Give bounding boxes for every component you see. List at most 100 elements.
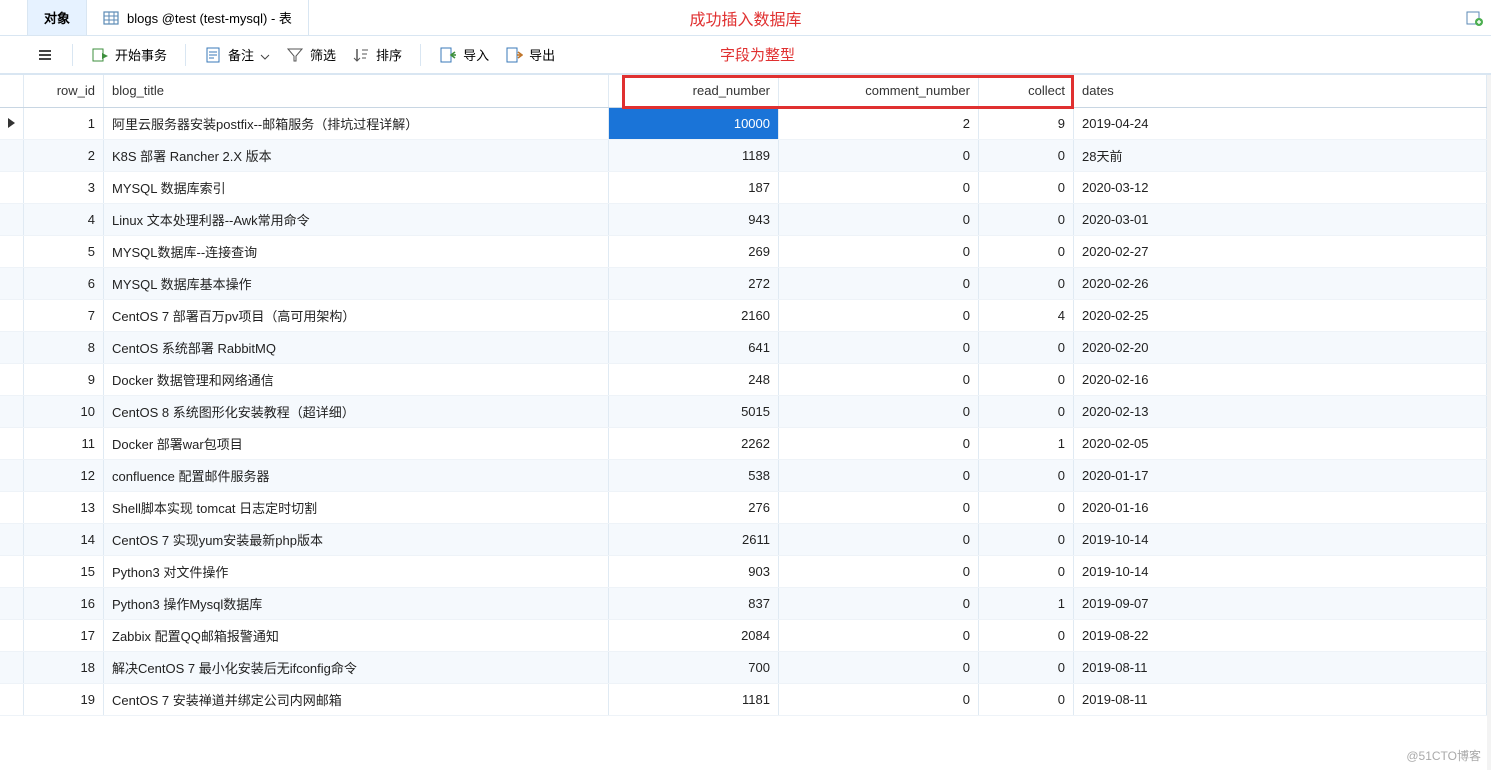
cell-row-id[interactable]: 7 bbox=[24, 299, 104, 331]
cell-blog-title[interactable]: CentOS 8 系统图形化安装教程（超详细） bbox=[104, 395, 609, 427]
cell-dates[interactable]: 2019-09-07 bbox=[1074, 587, 1487, 619]
cell-blog-title[interactable]: MYSQL 数据库索引 bbox=[104, 171, 609, 203]
cell-read-number[interactable]: 700 bbox=[609, 651, 779, 683]
cell-blog-title[interactable]: Python3 对文件操作 bbox=[104, 555, 609, 587]
cell-comment-number[interactable]: 0 bbox=[779, 683, 979, 715]
cell-dates[interactable]: 2019-08-11 bbox=[1074, 683, 1487, 715]
cell-row-id[interactable]: 11 bbox=[24, 427, 104, 459]
table-row[interactable]: 5MYSQL数据库--连接查询269002020-02-27 bbox=[0, 235, 1487, 267]
cell-collect[interactable]: 4 bbox=[979, 299, 1074, 331]
cell-read-number[interactable]: 272 bbox=[609, 267, 779, 299]
cell-collect[interactable]: 0 bbox=[979, 395, 1074, 427]
cell-row-id[interactable]: 12 bbox=[24, 459, 104, 491]
col-comment-number[interactable]: comment_number bbox=[779, 75, 979, 107]
cell-blog-title[interactable]: Shell脚本实现 tomcat 日志定时切割 bbox=[104, 491, 609, 523]
cell-blog-title[interactable]: Zabbix 配置QQ邮箱报警通知 bbox=[104, 619, 609, 651]
cell-row-id[interactable]: 16 bbox=[24, 587, 104, 619]
cell-read-number[interactable]: 2160 bbox=[609, 299, 779, 331]
cell-collect[interactable]: 0 bbox=[979, 651, 1074, 683]
cell-row-id[interactable]: 13 bbox=[24, 491, 104, 523]
cell-dates[interactable]: 2019-08-22 bbox=[1074, 619, 1487, 651]
cell-comment-number[interactable]: 0 bbox=[779, 171, 979, 203]
cell-comment-number[interactable]: 0 bbox=[779, 651, 979, 683]
cell-collect[interactable]: 0 bbox=[979, 619, 1074, 651]
cell-comment-number[interactable]: 0 bbox=[779, 395, 979, 427]
data-grid-scroll[interactable]: row_id blog_title read_number comment_nu… bbox=[0, 75, 1487, 770]
cell-comment-number[interactable]: 0 bbox=[779, 235, 979, 267]
cell-blog-title[interactable]: CentOS 7 安装禅道并绑定公司内网邮箱 bbox=[104, 683, 609, 715]
cell-comment-number[interactable]: 0 bbox=[779, 587, 979, 619]
cell-read-number[interactable]: 903 bbox=[609, 555, 779, 587]
cell-blog-title[interactable]: K8S 部署 Rancher 2.X 版本 bbox=[104, 139, 609, 171]
export-button[interactable]: 导出 bbox=[497, 41, 563, 68]
filter-button[interactable]: 筛选 bbox=[278, 41, 344, 68]
cell-read-number[interactable]: 10000 bbox=[609, 107, 779, 139]
cell-comment-number[interactable]: 0 bbox=[779, 427, 979, 459]
cell-dates[interactable]: 2020-03-12 bbox=[1074, 171, 1487, 203]
cell-blog-title[interactable]: confluence 配置邮件服务器 bbox=[104, 459, 609, 491]
cell-comment-number[interactable]: 0 bbox=[779, 267, 979, 299]
cell-collect[interactable]: 0 bbox=[979, 555, 1074, 587]
cell-read-number[interactable]: 641 bbox=[609, 331, 779, 363]
cell-dates[interactable]: 2019-10-14 bbox=[1074, 555, 1487, 587]
cell-dates[interactable]: 2020-02-25 bbox=[1074, 299, 1487, 331]
cell-collect[interactable]: 0 bbox=[979, 171, 1074, 203]
cell-collect[interactable]: 0 bbox=[979, 203, 1074, 235]
cell-blog-title[interactable]: 阿里云服务器安装postfix--邮箱服务（排坑过程详解） bbox=[104, 107, 609, 139]
cell-read-number[interactable]: 2611 bbox=[609, 523, 779, 555]
cell-comment-number[interactable]: 2 bbox=[779, 107, 979, 139]
cell-collect[interactable]: 0 bbox=[979, 523, 1074, 555]
col-row-id[interactable]: row_id bbox=[24, 75, 104, 107]
cell-dates[interactable]: 2020-02-26 bbox=[1074, 267, 1487, 299]
cell-dates[interactable]: 2019-08-11 bbox=[1074, 651, 1487, 683]
import-button[interactable]: 导入 bbox=[431, 41, 497, 68]
cell-blog-title[interactable]: MYSQL 数据库基本操作 bbox=[104, 267, 609, 299]
cell-read-number[interactable]: 1189 bbox=[609, 139, 779, 171]
col-blog-title[interactable]: blog_title bbox=[104, 75, 609, 107]
table-row[interactable]: 4Linux 文本处理利器--Awk常用命令943002020-03-01 bbox=[0, 203, 1487, 235]
cell-collect[interactable]: 1 bbox=[979, 427, 1074, 459]
cell-comment-number[interactable]: 0 bbox=[779, 331, 979, 363]
cell-dates[interactable]: 2020-02-16 bbox=[1074, 363, 1487, 395]
sort-button[interactable]: 排序 bbox=[344, 41, 410, 68]
vertical-scrollbar[interactable] bbox=[1487, 75, 1491, 770]
cell-read-number[interactable]: 2262 bbox=[609, 427, 779, 459]
cell-read-number[interactable]: 2084 bbox=[609, 619, 779, 651]
table-row[interactable]: 12confluence 配置邮件服务器538002020-01-17 bbox=[0, 459, 1487, 491]
cell-row-id[interactable]: 19 bbox=[24, 683, 104, 715]
cell-collect[interactable]: 0 bbox=[979, 491, 1074, 523]
col-collect[interactable]: collect bbox=[979, 75, 1074, 107]
cell-row-id[interactable]: 8 bbox=[24, 331, 104, 363]
cell-read-number[interactable]: 1181 bbox=[609, 683, 779, 715]
cell-dates[interactable]: 2020-02-20 bbox=[1074, 331, 1487, 363]
cell-collect[interactable]: 0 bbox=[979, 683, 1074, 715]
cell-blog-title[interactable]: Python3 操作Mysql数据库 bbox=[104, 587, 609, 619]
cell-dates[interactable]: 2020-02-13 bbox=[1074, 395, 1487, 427]
cell-row-id[interactable]: 2 bbox=[24, 139, 104, 171]
cell-read-number[interactable]: 269 bbox=[609, 235, 779, 267]
cell-comment-number[interactable]: 0 bbox=[779, 139, 979, 171]
table-row[interactable]: 10CentOS 8 系统图形化安装教程（超详细）5015002020-02-1… bbox=[0, 395, 1487, 427]
cell-collect[interactable]: 1 bbox=[979, 587, 1074, 619]
cell-collect[interactable]: 0 bbox=[979, 139, 1074, 171]
tab-objects[interactable]: 对象 bbox=[28, 0, 87, 35]
cell-read-number[interactable]: 248 bbox=[609, 363, 779, 395]
cell-dates[interactable]: 2020-03-01 bbox=[1074, 203, 1487, 235]
cell-read-number[interactable]: 5015 bbox=[609, 395, 779, 427]
table-row[interactable]: 2K8S 部署 Rancher 2.X 版本11890028天前 bbox=[0, 139, 1487, 171]
table-row[interactable]: 3MYSQL 数据库索引187002020-03-12 bbox=[0, 171, 1487, 203]
cell-dates[interactable]: 2019-04-24 bbox=[1074, 107, 1487, 139]
cell-row-id[interactable]: 17 bbox=[24, 619, 104, 651]
cell-row-id[interactable]: 3 bbox=[24, 171, 104, 203]
table-row[interactable]: 16Python3 操作Mysql数据库837012019-09-07 bbox=[0, 587, 1487, 619]
cell-blog-title[interactable]: Docker 部署war包项目 bbox=[104, 427, 609, 459]
cell-blog-title[interactable]: MYSQL数据库--连接查询 bbox=[104, 235, 609, 267]
tab-table[interactable]: blogs @test (test-mysql) - 表 bbox=[87, 0, 309, 35]
memo-button[interactable]: 备注 bbox=[196, 41, 278, 68]
cell-dates[interactable]: 2019-10-14 bbox=[1074, 523, 1487, 555]
cell-comment-number[interactable]: 0 bbox=[779, 619, 979, 651]
cell-collect[interactable]: 0 bbox=[979, 331, 1074, 363]
cell-row-id[interactable]: 18 bbox=[24, 651, 104, 683]
cell-comment-number[interactable]: 0 bbox=[779, 523, 979, 555]
cell-read-number[interactable]: 943 bbox=[609, 203, 779, 235]
